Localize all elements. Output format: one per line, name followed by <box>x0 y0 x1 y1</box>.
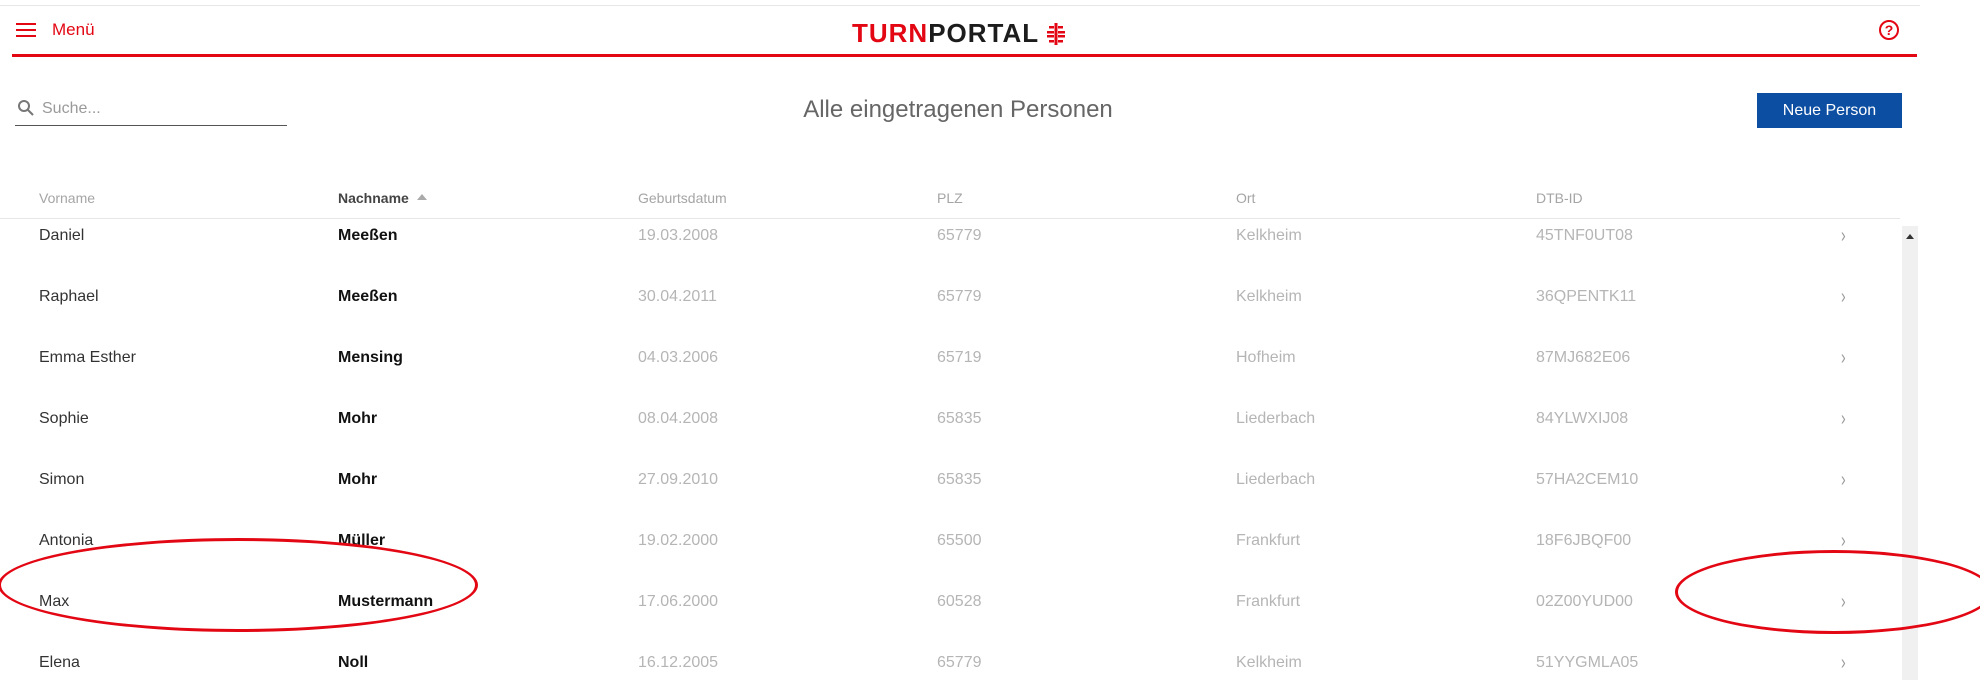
cell-dtb-id: 57HA2CEM10 <box>1536 471 1639 488</box>
chevron-right-icon[interactable]: › <box>1841 409 1846 429</box>
menu-button[interactable]: Menü <box>16 20 95 40</box>
table-header: Vorname Nachname Geburtsdatum PLZ Ort DT… <box>0 186 1900 219</box>
cell-nachname: Mohr <box>338 410 378 427</box>
cell-ort: Kelkheim <box>1236 227 1302 244</box>
cell-dtb-id: 84YLWXIJ08 <box>1536 410 1629 427</box>
cell-ort: Liederbach <box>1236 410 1316 427</box>
header-accent-line <box>12 54 1917 57</box>
cell-geburtsdatum: 04.03.2006 <box>638 349 719 366</box>
table-row[interactable]: Sophie Mohr 08.04.2008 65835 Liederbach … <box>0 389 1900 450</box>
table-row[interactable]: Elena Noll 16.12.2005 65779 Kelkheim 51Y… <box>0 633 1900 680</box>
help-symbol: ? <box>1884 22 1894 38</box>
cell-dtb-id: 51YYGMLA05 <box>1536 654 1639 671</box>
table-body: Daniel Meeßen 19.03.2008 65779 Kelkheim … <box>0 219 1900 680</box>
cell-geburtsdatum: 19.02.2000 <box>638 532 719 549</box>
turnportal-logo[interactable]: TURN PORTAL <box>852 18 1066 49</box>
cell-vorname: Antonia <box>39 532 94 549</box>
cell-plz: 65719 <box>937 349 982 366</box>
cell-vorname: Sophie <box>39 410 89 427</box>
table-row[interactable]: Daniel Meeßen 19.03.2008 65779 Kelkheim … <box>0 219 1900 267</box>
search-icon <box>18 100 34 116</box>
new-person-button[interactable]: Neue Person <box>1757 93 1902 128</box>
cell-dtb-id: 02Z00YUD00 <box>1536 593 1633 610</box>
column-header-plz[interactable]: PLZ <box>937 190 963 206</box>
help-circle-icon[interactable]: ? <box>1879 20 1899 40</box>
cell-plz: 65500 <box>937 532 982 549</box>
cell-nachname: Mustermann <box>338 593 434 610</box>
sort-ascending-icon <box>416 194 427 201</box>
cell-plz: 65779 <box>937 654 982 671</box>
cell-plz: 65835 <box>937 471 982 488</box>
cell-ort: Kelkheim <box>1236 288 1302 305</box>
table-row[interactable]: Emma Esther Mensing 04.03.2006 65719 Hof… <box>0 328 1900 389</box>
column-header-vorname[interactable]: Vorname <box>39 190 95 206</box>
cell-geburtsdatum: 08.04.2008 <box>638 410 719 427</box>
cell-ort: Kelkheim <box>1236 654 1302 671</box>
turnerkreuz-icon <box>1047 22 1066 45</box>
cell-vorname: Elena <box>39 654 80 671</box>
cell-vorname: Simon <box>39 471 85 488</box>
cell-plz: 60528 <box>937 593 982 610</box>
cell-nachname: Meeßen <box>338 227 398 244</box>
cell-dtb-id: 87MJ682E06 <box>1536 349 1631 366</box>
cell-geburtsdatum: 16.12.2005 <box>638 654 719 671</box>
cell-dtb-id: 36QPENTK11 <box>1536 288 1637 305</box>
cell-geburtsdatum: 19.03.2008 <box>638 227 719 244</box>
scroll-up-arrow-icon[interactable] <box>1906 234 1914 239</box>
hamburger-icon <box>16 23 36 37</box>
cell-geburtsdatum: 30.04.2011 <box>638 288 717 305</box>
menu-label: Menü <box>52 20 95 39</box>
cell-vorname: Max <box>39 593 70 610</box>
column-header-dtb-id[interactable]: DTB-ID <box>1536 190 1583 206</box>
cell-dtb-id: 18F6JBQF00 <box>1536 532 1632 549</box>
logo-text-turn: TURN <box>852 18 929 48</box>
cell-ort: Frankfurt <box>1236 593 1301 610</box>
chevron-right-icon[interactable]: › <box>1841 653 1846 673</box>
cell-nachname: Mohr <box>338 471 378 488</box>
cell-nachname: Müller <box>338 532 386 549</box>
table-scrollbar[interactable] <box>1902 226 1918 680</box>
chevron-right-icon[interactable]: › <box>1841 470 1846 490</box>
table-row[interactable]: Simon Mohr 27.09.2010 65835 Liederbach 5… <box>0 450 1900 511</box>
column-header-ort[interactable]: Ort <box>1236 190 1255 206</box>
column-header-geburtsdatum[interactable]: Geburtsdatum <box>638 190 727 206</box>
cell-plz: 65835 <box>937 410 982 427</box>
search-field <box>15 95 287 126</box>
cell-dtb-id: 45TNF0UT08 <box>1536 227 1633 244</box>
cell-vorname: Emma Esther <box>39 349 136 366</box>
table-row[interactable]: Raphael Meeßen 30.04.2011 65779 Kelkheim… <box>0 267 1900 328</box>
chevron-right-icon[interactable]: › <box>1841 226 1846 246</box>
cell-geburtsdatum: 17.06.2000 <box>638 593 719 610</box>
cell-ort: Hofheim <box>1236 349 1296 366</box>
cell-plz: 65779 <box>937 227 982 244</box>
search-input[interactable] <box>42 97 282 121</box>
chevron-right-icon[interactable]: › <box>1841 531 1846 551</box>
cell-vorname: Daniel <box>39 227 85 244</box>
chevron-right-icon[interactable]: › <box>1841 287 1846 307</box>
cell-nachname: Mensing <box>338 349 403 366</box>
cell-ort: Liederbach <box>1236 471 1316 488</box>
app-header: Menü TURN PORTAL ? <box>0 6 1917 57</box>
table-row[interactable]: Max Mustermann 17.06.2000 60528 Frankfur… <box>0 572 1900 633</box>
table-row[interactable]: Antonia Müller 19.02.2000 65500 Frankfur… <box>0 511 1900 572</box>
cell-vorname: Raphael <box>39 288 99 305</box>
chevron-right-icon[interactable]: › <box>1841 592 1846 612</box>
column-header-nachname-label: Nachname <box>338 190 409 206</box>
cell-plz: 65779 <box>937 288 982 305</box>
cell-ort: Frankfurt <box>1236 532 1301 549</box>
chevron-right-icon[interactable]: › <box>1841 348 1846 368</box>
cell-nachname: Meeßen <box>338 288 398 305</box>
cell-geburtsdatum: 27.09.2010 <box>638 471 719 488</box>
cell-nachname: Noll <box>338 654 369 671</box>
logo-text-portal: PORTAL <box>928 18 1040 48</box>
page-title: Alle eingetragenen Personen <box>803 96 1113 123</box>
column-header-nachname[interactable]: Nachname <box>338 190 427 206</box>
